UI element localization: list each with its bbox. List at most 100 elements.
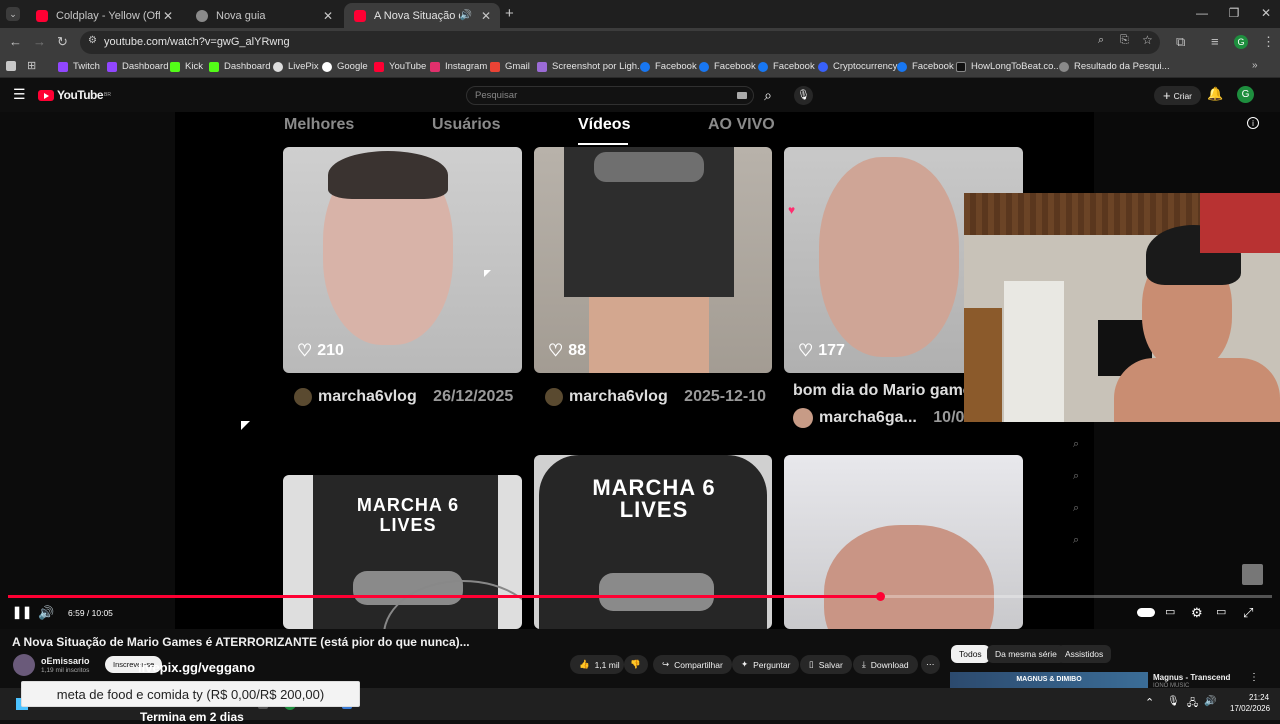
more-bookmarks-icon[interactable]: » xyxy=(1252,60,1258,71)
lightshot-icon xyxy=(537,61,547,72)
bookmark-item[interactable]: Facebook xyxy=(699,61,756,72)
clock-time[interactable]: 21:24 xyxy=(1249,693,1269,702)
share-button[interactable]: ↪ Compartilhar xyxy=(653,655,732,674)
channel-name[interactable]: oEmissario xyxy=(41,656,90,666)
forward-icon[interactable]: → xyxy=(33,34,46,49)
create-button[interactable]: + Criar xyxy=(1154,86,1202,105)
apps-icon[interactable]: ⊞ xyxy=(27,59,36,72)
tab-mario[interactable]: A Nova Situação de Mario 🔊 ✕ xyxy=(344,3,500,28)
bookmark-item[interactable]: HowLongToBeat.co... xyxy=(956,61,1061,72)
shelf xyxy=(1200,193,1280,253)
bookmark-item[interactable]: Dashboard xyxy=(107,61,168,72)
search-button[interactable]: ⌕ xyxy=(756,86,780,105)
tab-title: A Nova Situação de Mario xyxy=(374,9,460,22)
subtitles-icon[interactable]: ▭ xyxy=(1165,605,1175,618)
close-window-icon[interactable]: ✕ xyxy=(1251,6,1280,20)
close-icon[interactable]: ✕ xyxy=(320,9,336,23)
time-display: 6:59 / 10:05 xyxy=(68,608,113,618)
heart-icon: ♥ xyxy=(788,203,796,217)
extensions-icon[interactable]: ⧉ xyxy=(1176,34,1185,50)
youtube-logo[interactable]: YouTube BR xyxy=(38,88,111,102)
tab-new[interactable]: Nova guia ✕ xyxy=(186,3,342,28)
bookmark-folder-icon[interactable] xyxy=(6,61,16,71)
mic-icon[interactable]: 🎙 xyxy=(794,86,813,105)
speaker-icon[interactable]: 🔊 xyxy=(460,10,472,21)
address-bar[interactable]: ⚙ youtube.com/watch?v=gwG_alYRwng ⌕ ⎘ ☆ xyxy=(80,31,1160,54)
bookmark-item[interactable]: Facebook xyxy=(640,61,697,72)
bookmark-item[interactable]: Dashboard xyxy=(209,61,270,72)
bookmark-item[interactable]: Kick xyxy=(170,61,203,72)
autoplay-toggle[interactable] xyxy=(1137,608,1155,617)
bookmark-item[interactable]: Google xyxy=(322,61,368,72)
tab-search-button[interactable]: ⌄ xyxy=(6,7,20,21)
search-input[interactable]: Pesquisar xyxy=(466,86,754,105)
progress-bar[interactable] xyxy=(8,595,1272,598)
profile-avatar[interactable]: G xyxy=(1234,35,1248,49)
like-button[interactable]: 👍 1,1 mil xyxy=(570,655,624,674)
tab-coldplay[interactable]: Coldplay - Yellow (Official Vide ✕ xyxy=(26,3,182,28)
save-button[interactable]: ▯ Salvar xyxy=(800,655,852,674)
network-icon[interactable]: 🖧 xyxy=(1187,696,1198,713)
channel-watermark[interactable] xyxy=(1242,564,1263,585)
tab-strip: ⌄ Coldplay - Yellow (Official Vide ✕ Nov… xyxy=(0,0,1280,28)
bookmark-item[interactable]: YouTube xyxy=(374,61,426,72)
dislike-button[interactable]: 👎 xyxy=(624,655,648,674)
bookmark-item[interactable]: Instagram xyxy=(430,61,487,72)
bookmark-item[interactable]: Facebook xyxy=(758,61,815,72)
upnext-thumbnail[interactable]: MAGNUS & DIMIBO xyxy=(950,672,1148,688)
bookmark-item[interactable]: Screenshot por Ligh... xyxy=(537,61,645,72)
chip-same-series[interactable]: Da mesma série xyxy=(987,645,1065,663)
close-icon[interactable]: ✕ xyxy=(478,9,494,23)
upnext-title[interactable]: Magnus - Transcend xyxy=(1153,673,1230,682)
theater-icon[interactable]: ▭ xyxy=(1216,605,1226,618)
clock-date[interactable]: 17/02/2026 xyxy=(1230,704,1270,713)
volume-icon[interactable]: 🔊 xyxy=(38,605,54,621)
ask-button[interactable]: ✦ Perguntar xyxy=(732,655,800,674)
minimize-icon[interactable]: — xyxy=(1187,6,1217,20)
download-button[interactable]: ⤓ Download xyxy=(853,655,918,674)
site-info-icon[interactable]: ⚙ xyxy=(88,35,97,46)
video-player[interactable]: Melhores Usuários Vídeos AO VIVO ♡ 210 ♡ 8… xyxy=(0,112,1280,629)
settings-icon[interactable]: ⚙ xyxy=(1191,605,1203,621)
media-icon[interactable]: ≡ xyxy=(1211,34,1219,49)
close-icon[interactable]: ✕ xyxy=(160,9,176,23)
bookmark-item[interactable]: LivePix xyxy=(273,61,319,72)
notifications-icon[interactable]: 🔔 xyxy=(1207,86,1223,102)
car-print xyxy=(599,573,714,611)
tray-chevron-icon[interactable]: ⌃ xyxy=(1145,696,1154,709)
speaker-tray-icon[interactable]: 🔊 xyxy=(1204,696,1216,707)
upnext-menu-icon[interactable]: ⋮ xyxy=(1249,672,1259,683)
thumb-meta: marcha6vlog 2025-12-10 xyxy=(545,388,766,406)
reload-icon[interactable]: ↻ xyxy=(57,34,68,50)
bookmark-item[interactable]: Twitch xyxy=(58,61,100,72)
mouse-cursor-icon xyxy=(484,270,491,277)
keyboard-icon[interactable] xyxy=(737,92,747,99)
crypto-icon xyxy=(818,61,828,72)
channel-avatar[interactable] xyxy=(13,654,35,676)
zoom-icon[interactable]: ⌕ xyxy=(1098,34,1104,47)
pause-icon[interactable]: ❚❚ xyxy=(12,605,32,619)
video-tab: AO VIVO xyxy=(708,116,775,133)
chip-watched[interactable]: Assistidos xyxy=(1057,645,1112,663)
bookmark-item[interactable]: Gmail xyxy=(490,61,530,72)
hamburger-icon[interactable]: ☰ xyxy=(13,86,26,103)
facebook-icon xyxy=(897,61,907,72)
youtube-icon xyxy=(36,9,48,22)
account-avatar[interactable]: G xyxy=(1237,86,1254,103)
new-tab-button[interactable]: + xyxy=(505,5,514,22)
more-actions-button[interactable]: ⋯ xyxy=(921,655,940,674)
bookmark-item[interactable]: Facebook xyxy=(897,61,954,72)
back-icon[interactable]: ← xyxy=(9,34,22,49)
install-icon[interactable]: ⎘ xyxy=(1120,34,1129,47)
fullscreen-icon[interactable]: ⤢ xyxy=(1243,605,1253,621)
avatar xyxy=(545,388,563,406)
url-text: youtube.com/watch?v=gwG_alYRwng xyxy=(104,36,290,48)
bookmark-item[interactable]: Cryptocurrency xyxy=(818,61,897,72)
chip-all[interactable]: Todos xyxy=(951,645,990,663)
info-icon[interactable]: i xyxy=(1247,117,1259,129)
menu-icon[interactable]: ⋮ xyxy=(1262,34,1275,50)
bookmark-star-icon[interactable]: ☆ xyxy=(1142,33,1153,47)
bookmark-item[interactable]: Resultado da Pesqui... xyxy=(1059,61,1170,72)
mic-tray-icon[interactable]: 🎙 xyxy=(1167,696,1180,707)
restore-icon[interactable]: ❐ xyxy=(1219,6,1249,20)
